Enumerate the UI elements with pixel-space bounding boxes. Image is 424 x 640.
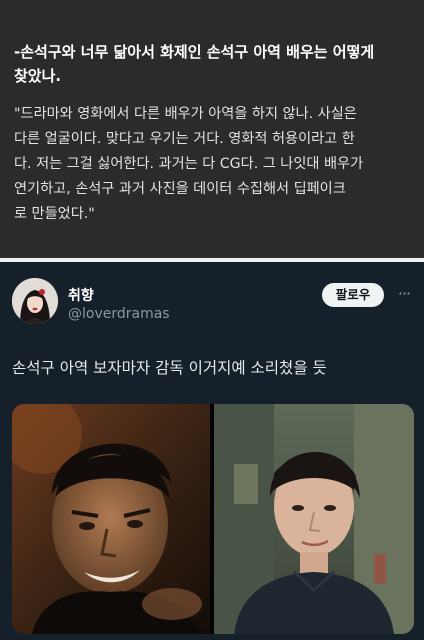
- user-handle[interactable]: @loverdramas: [68, 306, 170, 322]
- avatar[interactable]: [12, 278, 58, 324]
- answer-line: 다른 얼굴이다. 맞다고 우기는 거다. 영화적 허용이라고 한: [14, 131, 355, 147]
- media-image-child-actor[interactable]: [214, 404, 414, 634]
- answer-line: "드라마와 영화에서 다른 배우가 아역을 하지 않나. 사실은: [14, 106, 357, 122]
- answer-line: 연기하고, 손석구 과거 사진을 데이터 수집해서 딥페이크: [14, 181, 346, 197]
- interview-answer: "드라마와 영화에서 다른 배우가 아역을 하지 않나. 사실은 다른 얼굴이다…: [14, 102, 424, 227]
- tweet-media[interactable]: [12, 404, 414, 634]
- interview-question: -손석구와 너무 닮아서 화제인 손석구 아역 배우는 어떻게 찾았나.: [14, 40, 424, 88]
- tweet-text: 손석구 아역 보자마자 감독 이거지예 소리쳤을 듯: [12, 359, 327, 377]
- answer-line: 다. 저는 그걸 싫어한다. 과거는 다 CG다. 그 나잇대 배우가: [14, 156, 364, 172]
- question-line: 찾았나.: [14, 67, 62, 85]
- article-excerpt: -손석구와 너무 닮아서 화제인 손석구 아역 배우는 어떻게 찾았나. "드라…: [0, 0, 424, 258]
- media-image-adult-actor[interactable]: [12, 404, 210, 634]
- follow-button[interactable]: 팔로우: [322, 283, 384, 307]
- more-horizontal-icon[interactable]: ···: [392, 283, 416, 307]
- question-line: -손석구와 너무 닮아서 화제인 손석구 아역 배우는 어떻게: [14, 43, 375, 61]
- answer-line: 로 만들었다.": [14, 206, 95, 222]
- display-name[interactable]: 취향: [68, 285, 94, 305]
